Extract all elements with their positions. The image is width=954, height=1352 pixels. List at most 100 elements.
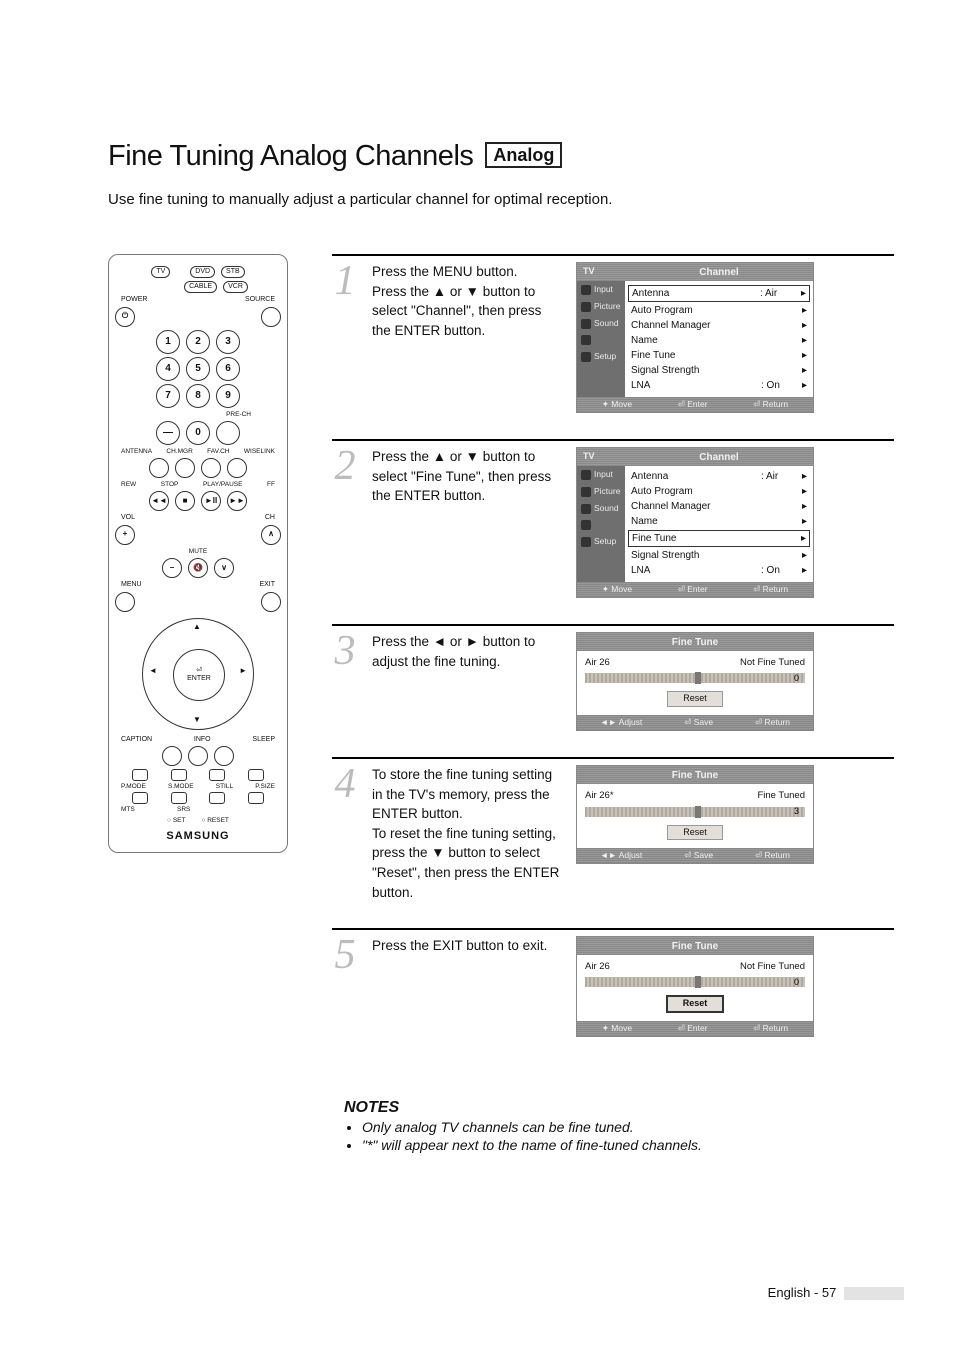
step-screen: TVChannelInputPictureSoundSetupAntenna: … [576, 262, 894, 413]
digit-3: 3 [216, 330, 240, 354]
step-text: Press the MENU button.Press the ▲ or ▼ b… [372, 262, 562, 413]
osd-sidebar: InputPictureSoundSetup [577, 281, 625, 397]
lbl-wiselink: WISELINK [244, 448, 275, 455]
osd-title: Fine Tune [583, 769, 807, 782]
osd-footer: ✦ Move ⏎ Enter ⏎ Return [577, 397, 813, 412]
osd-footer: ✦ Move⏎ Enter⏎ Return [577, 582, 813, 597]
osd-row: Signal Strength▸ [631, 548, 807, 563]
brand-label: SAMSUNG [115, 830, 281, 842]
osd-title: Channel [631, 451, 807, 464]
step-number: 3 [332, 632, 358, 731]
mode-stb: STB [221, 266, 245, 278]
rew-button: ◄◄ [149, 491, 169, 511]
ft-channel: Air 26 [585, 961, 610, 973]
vol-dn: − [162, 558, 182, 578]
notes-block: NOTES Only analog TV channels can be fin… [344, 1099, 894, 1153]
step-screen: TVChannelInputPictureSoundSetupAntenna: … [576, 447, 894, 598]
osd-footer-item: ✦ Move [602, 1023, 632, 1034]
remote-illustration: TV DVD STB CABLE VCR POWER SOURCE ⏻ 123 … [108, 254, 288, 853]
osd-footer-item: ◄► Adjust [600, 850, 642, 861]
mode-vcr: VCR [223, 281, 248, 293]
ch-dn: ∨ [214, 558, 234, 578]
osd-sidebar-item: Sound [577, 315, 625, 332]
source-button [261, 307, 281, 327]
ft-status: Not Fine Tuned [740, 961, 805, 973]
step-number: 1 [332, 262, 358, 413]
osd-footer-item: ⏎ Return [753, 584, 788, 595]
finetune-body: Air 26 Not Fine Tuned 0 Reset [577, 651, 813, 715]
step-screen: Fine Tune Air 26*Fine Tuned3Reset ◄► Adjus… [576, 765, 894, 902]
ft-reset-button: Reset [667, 691, 723, 707]
ch-up: ∧ [261, 525, 281, 545]
osd-finetune: Fine Tune Air 26*Fine Tuned3Reset ◄► Adjus… [576, 765, 814, 864]
osd-side-icon [581, 319, 591, 329]
mode-dvd: DVD [190, 266, 215, 278]
osd-footer-item: ⏎ Return [753, 399, 788, 410]
finetune-body: Air 26*Fine Tuned3Reset [577, 784, 813, 848]
notes-head: NOTES [344, 1099, 894, 1117]
osd-title: Channel [631, 266, 807, 279]
osd-footer: ◄► Adjust⏎ Save⏎ Return [577, 715, 813, 730]
step: 1Press the MENU button.Press the ▲ or ▼ … [332, 254, 894, 413]
osd-side-icon [581, 470, 591, 480]
digit-8: 8 [186, 384, 210, 408]
ff-button: ►► [227, 491, 247, 511]
step-text: To store the fine tuning setting in the … [372, 765, 562, 902]
intro-text: Use fine tuning to manually adjust a par… [108, 191, 894, 208]
osd-sidebar-item [577, 517, 625, 533]
ft-channel: Air 26 [585, 657, 610, 669]
osd-sidebar-item: Input [577, 466, 625, 483]
tv-mode: TV [151, 266, 170, 278]
prech-label: PRE-CH [115, 411, 281, 418]
play-button: ►II [201, 491, 221, 511]
digit-9: 9 [216, 384, 240, 408]
vol-up: + [115, 525, 135, 545]
osd-row: Signal Strength▸ [631, 363, 807, 378]
osd-row: Fine Tune▸ [631, 348, 807, 363]
ft-status: Fine Tuned [757, 790, 805, 802]
digit-0: 0 [186, 421, 210, 445]
ft-bar: 0 [585, 977, 805, 987]
color-buttons [121, 769, 275, 781]
osd-tv-label: TV [583, 451, 631, 463]
page-footer: English - 57 [768, 1285, 904, 1300]
osd-side-icon [581, 520, 591, 530]
analog-badge: Analog [485, 142, 562, 168]
osd-footer-item: ⏎ Enter [678, 399, 708, 410]
osd-side-icon [581, 352, 591, 362]
osd-title: Fine Tune [583, 636, 807, 649]
osd-row: Fine Tune▸ [628, 530, 810, 547]
note-item: Only analog TV channels can be fine tune… [362, 1119, 894, 1135]
step: 5Press the EXIT button to exit.Fine Tune… [332, 928, 894, 1037]
osd-channel: TVChannelInputPictureSoundSetupAntenna: … [576, 447, 814, 598]
osd-sidebar-item: Picture [577, 298, 625, 315]
osd-side-icon [581, 335, 591, 345]
digit-1: 1 [156, 330, 180, 354]
osd-sidebar-item: Sound [577, 500, 625, 517]
ft-status: Not Fine Tuned [740, 657, 805, 669]
step: 4To store the fine tuning setting in the… [332, 757, 894, 902]
exit-button [261, 592, 281, 612]
digit-5: 5 [186, 357, 210, 381]
osd-row: Auto Program▸ [631, 484, 807, 499]
osd-side-icon [581, 487, 591, 497]
finetune-body: Air 26Not Fine Tuned0Reset [577, 955, 813, 1021]
osd-row: Antenna: Air▸ [631, 469, 807, 484]
osd-side-icon [581, 285, 591, 295]
osd-row: Name▸ [631, 514, 807, 529]
osd-side-icon [581, 504, 591, 514]
digit-7: 7 [156, 384, 180, 408]
ft-bar: 0 [585, 673, 805, 683]
osd-row: LNA: On▸ [631, 563, 807, 578]
step-number: 2 [332, 447, 358, 598]
osd-row: Channel Manager▸ [631, 318, 807, 333]
osd-finetune: Fine TuneAir 26Not Fine Tuned0Reset✦ Mov… [576, 936, 814, 1037]
osd-row: Channel Manager▸ [631, 499, 807, 514]
osd-footer-item: ✦ Move [602, 399, 632, 410]
lbl-chmgr: CH.MGR [166, 448, 192, 455]
footer-box [844, 1287, 904, 1300]
osd-footer-item: ◄► Adjust [600, 717, 642, 728]
down-icon: ▼ [193, 716, 201, 725]
stop-button: ■ [175, 491, 195, 511]
osd-sidebar-item: Input [577, 281, 625, 298]
